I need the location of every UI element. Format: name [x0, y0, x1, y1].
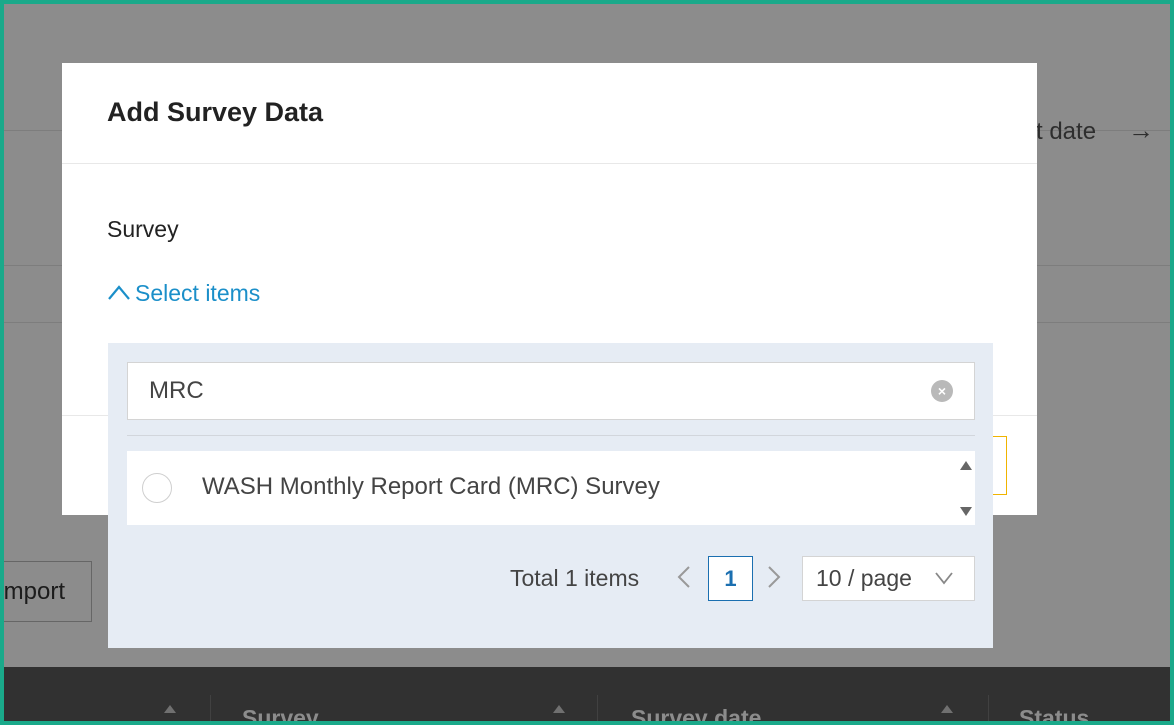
- chevron-left-icon[interactable]: [676, 564, 692, 597]
- chevron-right-icon[interactable]: [766, 564, 782, 597]
- modal-title: Add Survey Data: [107, 97, 324, 127]
- survey-list: WASH Monthly Report Card (MRC) Survey: [127, 451, 975, 525]
- page-size-value: 10 / page: [816, 565, 912, 591]
- total-items-text: Total 1 items: [510, 565, 640, 591]
- scroll-up-icon[interactable]: [960, 461, 972, 470]
- clear-icon[interactable]: ×: [931, 380, 953, 402]
- page-size-select[interactable]: 10 / page: [802, 556, 975, 601]
- pagination: Total 1 items 1 10 / page: [108, 556, 993, 601]
- scrollbar[interactable]: [957, 451, 975, 525]
- select-items-label: Select items: [135, 280, 261, 306]
- page-button-current[interactable]: 1: [708, 556, 753, 601]
- search-input[interactable]: MRC ×: [127, 362, 975, 420]
- panel-divider: [127, 435, 975, 436]
- chevron-down-icon: [934, 570, 954, 591]
- list-item-label[interactable]: WASH Monthly Report Card (MRC) Survey: [202, 473, 660, 501]
- chevron-up-icon: [107, 280, 135, 307]
- search-value: MRC: [149, 377, 204, 404]
- survey-select-panel: MRC × WASH Monthly Report Card (MRC) Sur…: [108, 343, 993, 648]
- list-item[interactable]: WASH Monthly Report Card (MRC) Survey: [127, 451, 957, 525]
- modal-header: Add Survey Data: [62, 63, 1037, 164]
- footer-button[interactable]: [992, 436, 1007, 495]
- radio-button[interactable]: [142, 473, 172, 503]
- survey-field-label: Survey: [107, 216, 179, 242]
- scroll-down-icon[interactable]: [960, 507, 972, 516]
- select-items-toggle[interactable]: Select items: [107, 280, 260, 307]
